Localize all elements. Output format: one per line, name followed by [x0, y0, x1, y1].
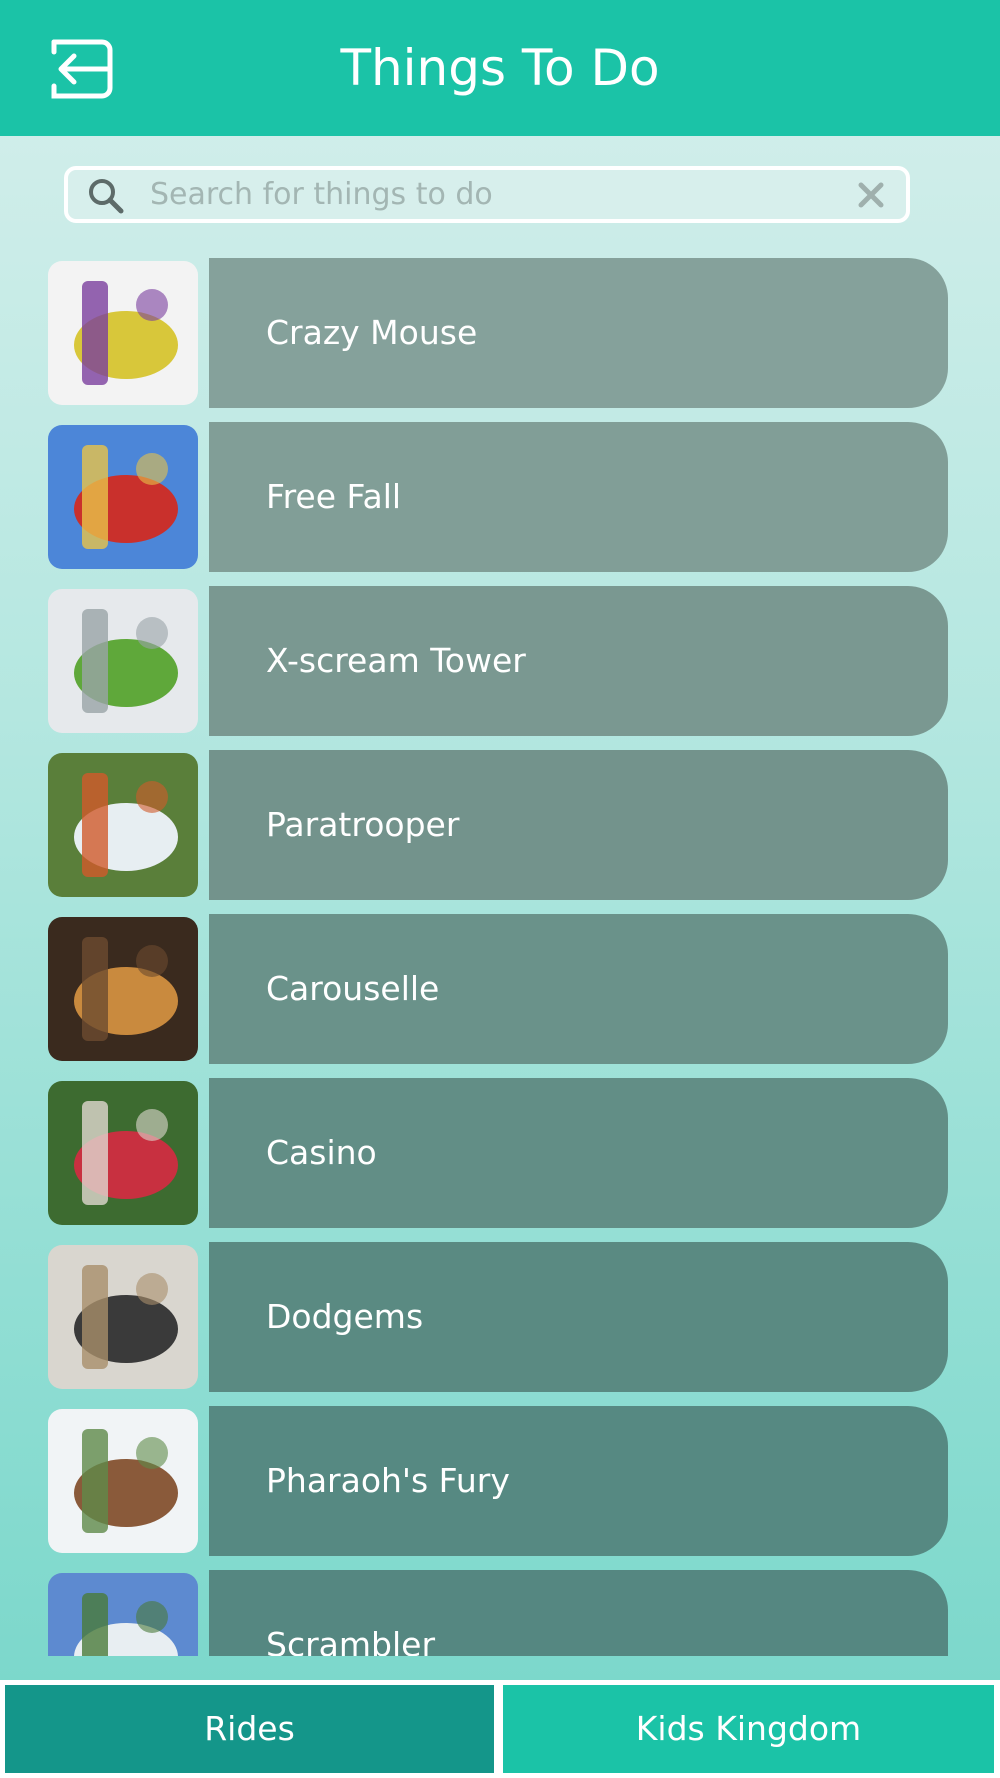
list-item[interactable]: Casino: [48, 1078, 948, 1228]
list-item-label: Crazy Mouse: [266, 313, 478, 352]
list-item-label: Free Fall: [266, 477, 402, 516]
app-header: Things To Do: [0, 0, 1000, 136]
ride-thumbnail: [48, 753, 198, 897]
ride-thumbnail: [48, 1245, 198, 1389]
list-item[interactable]: Free Fall: [48, 422, 948, 572]
ride-thumbnail: [48, 589, 198, 733]
search-icon: [89, 179, 124, 214]
close-icon[interactable]: [856, 180, 886, 210]
list-item[interactable]: Dodgems: [48, 1242, 948, 1392]
ride-thumbnail: [48, 425, 198, 569]
ride-thumbnail: [48, 1081, 198, 1225]
list-item-label: Carouselle: [266, 969, 440, 1008]
list-item-label: Paratrooper: [266, 805, 460, 844]
search-input[interactable]: [150, 170, 830, 219]
list-item-bar[interactable]: Dodgems: [209, 1242, 948, 1392]
ride-thumbnail: [48, 1409, 198, 1553]
tab-rides[interactable]: Rides: [5, 1685, 494, 1773]
ride-thumbnail: [48, 1573, 198, 1656]
list-item[interactable]: X-scream Tower: [48, 586, 948, 736]
things-to-do-list: Crazy Mouse Free Fall X-scream Tower Paratr…: [0, 258, 1000, 1656]
bottom-tab-bar: Rides Kids Kingdom: [0, 1680, 1000, 1778]
list-item-label: Pharaoh's Fury: [266, 1461, 510, 1500]
list-item-bar[interactable]: Paratrooper: [209, 750, 948, 900]
list-item-bar[interactable]: Carouselle: [209, 914, 948, 1064]
list-item[interactable]: Paratrooper: [48, 750, 948, 900]
back-arrow-icon: [51, 39, 113, 99]
tab-kids-kingdom[interactable]: Kids Kingdom: [503, 1685, 994, 1773]
list-item-label: Dodgems: [266, 1297, 424, 1336]
list-item-label: Casino: [266, 1133, 377, 1172]
page-title: Things To Do: [340, 39, 660, 97]
list-item-bar[interactable]: X-scream Tower: [209, 586, 948, 736]
list-item-bar[interactable]: Scrambler: [209, 1570, 948, 1656]
list-item-label: Scrambler: [266, 1625, 436, 1656]
list-item[interactable]: Carouselle: [48, 914, 948, 1064]
search-bar: [64, 166, 910, 223]
list-item-bar[interactable]: Casino: [209, 1078, 948, 1228]
ride-thumbnail: [48, 917, 198, 1061]
list-item-bar[interactable]: Crazy Mouse: [209, 258, 948, 408]
list-item-bar[interactable]: Pharaoh's Fury: [209, 1406, 948, 1556]
list-item[interactable]: Crazy Mouse: [48, 258, 948, 408]
list-item[interactable]: Scrambler: [48, 1570, 948, 1656]
list-item[interactable]: Pharaoh's Fury: [48, 1406, 948, 1556]
ride-thumbnail: [48, 261, 198, 405]
list-item-bar[interactable]: Free Fall: [209, 422, 948, 572]
back-button[interactable]: [48, 38, 114, 100]
list-item-label: X-scream Tower: [266, 641, 526, 680]
